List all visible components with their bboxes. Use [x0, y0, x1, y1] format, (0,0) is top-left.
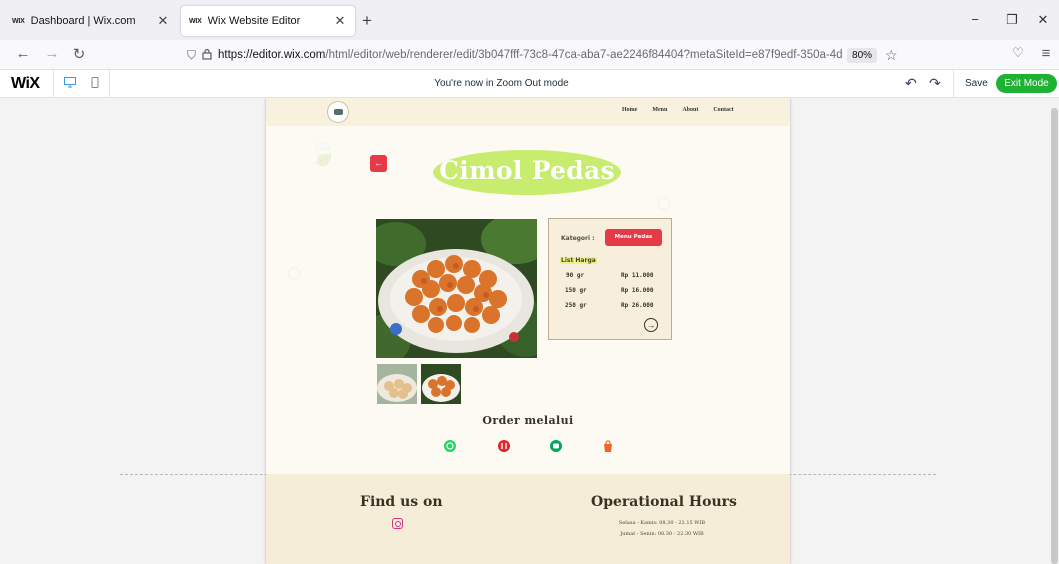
close-tab-icon[interactable]: ✕ — [333, 13, 347, 29]
reload-icon[interactable]: ↻ — [69, 45, 89, 63]
url-path: /html/editor/web/renderer/edit/3b047fff-… — [325, 49, 844, 61]
lock-icon[interactable] — [202, 48, 212, 63]
product-thumbnail[interactable] — [421, 364, 461, 404]
divider — [953, 70, 954, 98]
order-title: Order melalui — [482, 414, 574, 427]
price-list-title: List Harga — [560, 257, 597, 264]
back-arrow-icon[interactable]: ← — [13, 45, 33, 62]
redo-icon[interactable]: ↷ — [929, 75, 941, 92]
site-nav: Home Menu About Contact — [622, 107, 734, 113]
minimize-icon[interactable]: − — [965, 12, 985, 27]
product-main-image[interactable] — [376, 219, 537, 358]
hours-line: Jumat - Senin: 08.30 - 22.30 WIB — [620, 531, 704, 537]
site-page[interactable]: 🍃 ◌ ◌ Home Menu About Contact ← Cimol Pe… — [266, 98, 790, 564]
nav-about[interactable]: About — [682, 107, 698, 113]
shield-icon[interactable]: ⛉ — [187, 48, 196, 63]
navigation-bar: ← → ↻ ⛉ https://editor.wix.com/html/edit… — [0, 40, 1059, 70]
wix-editor-toolbar: WiX You're now in Zoom Out mode ↶ ↷ Save… — [0, 70, 1059, 98]
star-icon[interactable]: ☆ — [885, 47, 898, 64]
price-weight: 250 gr — [565, 302, 587, 309]
site-header: Home Menu About Contact — [266, 98, 790, 126]
hours-line: Selasa - Kamis: 08.30 - 22.15 WIB — [618, 520, 706, 526]
tab-dashboard[interactable]: WIX Dashboard | Wix.com ✕ — [4, 6, 178, 36]
url-bar[interactable]: ⛉ https://editor.wix.com/html/editor/web… — [185, 43, 913, 67]
arrow-left-icon: ← — [374, 158, 383, 168]
exit-mode-button[interactable]: Exit Mode — [996, 74, 1057, 93]
operational-hours-title: Operational Hours — [591, 494, 737, 510]
url-text: https://editor.wix.com/html/editor/web/r… — [218, 49, 843, 61]
scrollbar-thumb[interactable] — [1051, 108, 1058, 564]
editor-canvas: 🍃 ◌ ◌ Home Menu About Contact ← Cimol Pe… — [0, 98, 1059, 564]
url-host: https://editor.wix.com — [218, 49, 326, 61]
background-watermark: 🍃 — [304, 135, 341, 170]
product-thumbnail[interactable] — [377, 364, 417, 404]
shop-bag-icon[interactable] — [602, 440, 614, 452]
pocket-icon[interactable]: ♡ — [1008, 45, 1028, 61]
price-value: Rp 26.000 — [621, 302, 654, 309]
background-watermark: ◌ — [653, 186, 674, 219]
arrow-right-icon: → — [646, 320, 656, 330]
tab-title: Wix Website Editor — [207, 15, 301, 27]
price-weight: 150 gr — [565, 287, 587, 294]
tab-website-editor[interactable]: WIX Wix Website Editor ✕ — [181, 6, 355, 36]
site-logo[interactable] — [327, 101, 349, 123]
browser-tab-strip: WIX Dashboard | Wix.com ✕ WIX Wix Websit… — [0, 0, 1059, 40]
hamburger-menu-icon[interactable]: ≡ — [1036, 45, 1056, 62]
undo-icon[interactable]: ↶ — [905, 75, 917, 92]
forward-arrow-icon[interactable]: → — [42, 45, 62, 62]
close-window-icon[interactable]: ✕ — [1033, 12, 1053, 28]
product-title: Cimol Pedas — [439, 156, 615, 185]
chat-icon[interactable] — [550, 440, 562, 452]
save-button[interactable]: Save — [965, 78, 988, 89]
price-value: Rp 11.000 — [621, 272, 654, 279]
food-delivery-icon[interactable] — [498, 440, 510, 452]
price-value: Rp 16.000 — [621, 287, 654, 294]
wix-favicon-icon: WIX — [12, 17, 25, 25]
back-button[interactable]: ← — [370, 155, 387, 172]
background-watermark: ◌ — [281, 256, 306, 289]
find-us-title: Find us on — [360, 494, 443, 510]
nav-contact[interactable]: Contact — [713, 107, 733, 113]
next-arrow-button[interactable]: → — [644, 318, 658, 332]
wix-favicon-icon: WIX — [189, 17, 202, 25]
zoom-level-badge[interactable]: 80% — [847, 47, 878, 63]
whatsapp-icon[interactable] — [444, 440, 456, 452]
tab-title: Dashboard | Wix.com — [30, 15, 136, 27]
close-tab-icon[interactable]: ✕ — [156, 13, 170, 29]
kategori-label: Kategori : — [561, 235, 595, 242]
site-footer: Find us on Operational Hours Selasa - Ka… — [266, 474, 790, 564]
price-weight: 90 gr — [566, 272, 585, 279]
nav-home[interactable]: Home — [622, 107, 637, 113]
kategori-badge[interactable]: Menu Pedas — [605, 229, 662, 246]
product-info-card: Kategori : Menu Pedas List Harga 90 gr R… — [548, 218, 672, 340]
zoom-out-message: You're now in Zoom Out mode — [434, 78, 569, 89]
restore-icon[interactable]: ❐ — [1002, 12, 1022, 28]
new-tab-icon[interactable]: + — [362, 11, 372, 31]
nav-menu[interactable]: Menu — [652, 107, 667, 113]
instagram-icon[interactable] — [392, 518, 403, 529]
